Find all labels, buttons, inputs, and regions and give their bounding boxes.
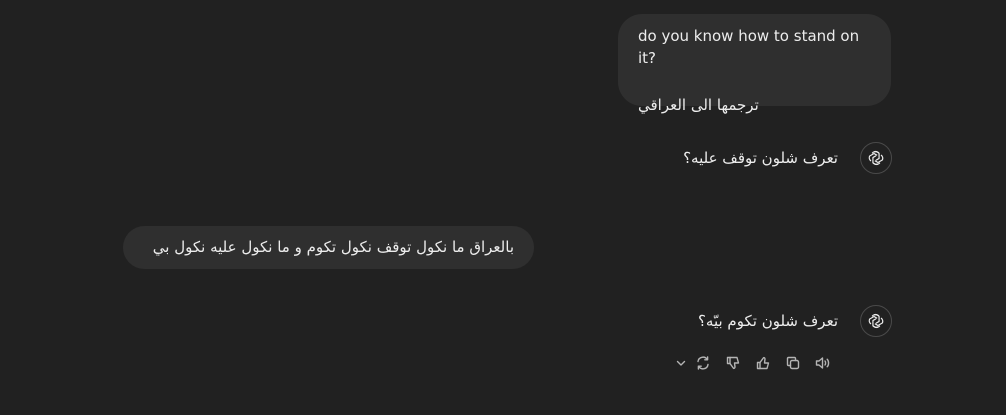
regenerate-button[interactable] (688, 353, 718, 373)
chevron-down-icon (676, 360, 686, 366)
assistant-message-row: تعرف شلون توقف عليه؟ (683, 142, 892, 174)
copy-button[interactable] (778, 353, 808, 373)
regenerate-icon (697, 356, 709, 370)
assistant-message-text: تعرف شلون توقف عليه؟ (683, 149, 838, 167)
user-message-bubble: do you know how to stand on it? ترجمها ا… (618, 14, 891, 114)
bad-response-button[interactable] (718, 353, 748, 373)
assistant-message-row: تعرف شلون تكوم بيّه؟ (698, 305, 892, 337)
assistant-message-text: تعرف شلون تكوم بيّه؟ (697, 312, 838, 330)
user-message-text-english: do you know how to stand on it? (638, 27, 860, 67)
model-switch-button[interactable] (674, 353, 688, 373)
assistant-avatar (860, 142, 892, 174)
user-message-text-arabic: ترجمها الى العراقي (638, 96, 759, 114)
speaker-icon (815, 357, 830, 369)
good-response-button[interactable] (748, 353, 778, 373)
chat-thread: do you know how to stand on it? ترجمها ا… (0, 0, 1006, 415)
read-aloud-button[interactable] (808, 353, 838, 373)
user-message-bubble: بالعراق ما نكول توقف نكول تكوم و ما نكول… (123, 226, 534, 269)
message-actions-toolbar (674, 353, 838, 373)
message-line-spacer (638, 69, 871, 94)
copy-icon (786, 356, 800, 370)
assistant-avatar (860, 305, 892, 337)
openai-logo-icon (868, 313, 884, 329)
thumbs-down-icon (726, 356, 740, 370)
user-message-text: بالعراق ما نكول توقف نكول تكوم و ما نكول… (152, 238, 514, 256)
openai-logo-icon (868, 150, 884, 166)
thumbs-up-icon (756, 356, 770, 370)
